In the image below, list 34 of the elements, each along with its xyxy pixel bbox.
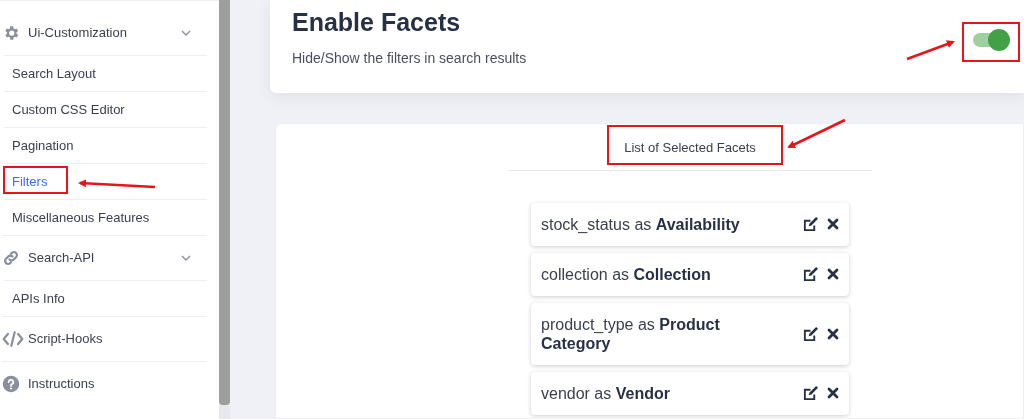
close-icon[interactable]: [827, 387, 839, 399]
sidebar-item[interactable]: Miscellaneous Features: [12, 207, 150, 228]
sidebar-item[interactable]: Filters: [12, 171, 48, 192]
highlight-frame: [3, 166, 68, 194]
facet-label: vendor as Vendor: [541, 383, 671, 403]
card-title: Enable Facets: [292, 7, 462, 38]
scrollbar[interactable]: [219, 0, 230, 419]
sidebar-item[interactable]: APIs Info: [12, 288, 65, 309]
sidebar-item[interactable]: Pagination: [12, 135, 74, 156]
panel-title: List of Selected Facets: [624, 139, 756, 157]
edit-icon[interactable]: [802, 266, 819, 282]
facet-label: stock_status as Availability: [541, 214, 741, 234]
close-icon[interactable]: [827, 218, 839, 230]
sidebar-item[interactable]: Custom CSS Editor: [12, 99, 125, 120]
close-icon[interactable]: [827, 327, 839, 340]
sidebar-section-header[interactable]: Search-API: [2, 236, 207, 280]
sidebar-section-header[interactable]: Ui-Customization: [2, 11, 207, 55]
chevron-down-icon: [181, 30, 191, 36]
sidebar-section-header[interactable]: Instructions: [2, 362, 207, 406]
facet-label: product_type as Product Category: [541, 314, 721, 353]
code-icon: [2, 330, 24, 348]
close-icon[interactable]: [827, 268, 839, 280]
sidebar-section-header[interactable]: Script-Hooks: [2, 317, 207, 361]
annotation-arrow: [787, 118, 846, 149]
annotation-arrow: [906, 40, 955, 61]
edit-icon[interactable]: [802, 385, 819, 401]
chevron-down-icon: [181, 255, 191, 261]
edit-icon[interactable]: [802, 216, 819, 232]
sidebar-item[interactable]: Search Layout: [12, 63, 96, 84]
highlight-frame: [962, 22, 1020, 62]
card-description: Hide/Show the filters in search results: [292, 48, 527, 68]
facet-label: collection as Collection: [541, 264, 712, 284]
edit-icon[interactable]: [802, 325, 819, 342]
link-icon: [2, 249, 20, 267]
